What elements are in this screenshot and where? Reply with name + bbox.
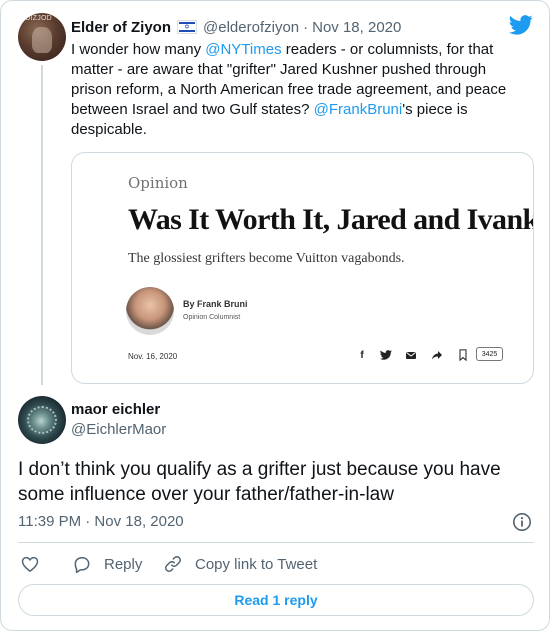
reply-label: Reply (104, 555, 143, 573)
copy-link-label: Copy link to Tweet (195, 555, 318, 573)
email-icon (403, 347, 419, 363)
divider (18, 542, 534, 543)
parent-tweet-text: I wonder how many @NYTimes readers - or … (71, 40, 531, 140)
bookmark-icon (455, 347, 471, 363)
heart-icon (21, 556, 39, 572)
copy-link-button[interactable]: Copy link to Tweet (163, 552, 317, 576)
twitter-icon (378, 347, 394, 363)
facebook-icon: f (360, 349, 364, 361)
reply-avatar[interactable] (18, 396, 66, 444)
embedded-tweet: OIZJOD Elder of Ziyon ✡ @elderofziyon · … (0, 0, 550, 631)
card-deck: The glossiest grifters become Vuitton va… (128, 251, 405, 266)
parent-handle[interactable]: @elderofziyon (203, 19, 299, 36)
link-icon (165, 556, 181, 572)
read-replies-button[interactable]: Read 1 reply (18, 584, 534, 616)
mention-link[interactable]: @FrankBruni (314, 101, 403, 118)
tweet-text-segment: I wonder how many (71, 41, 206, 58)
card-headline: Was It Worth It, Jared and Ivanka? (128, 203, 534, 236)
thread-line (41, 65, 43, 385)
israel-flag-icon: ✡ (177, 20, 198, 34)
info-icon[interactable] (512, 512, 532, 532)
reply-handle[interactable]: @EichlerMaor (71, 421, 166, 438)
reply-button[interactable]: Reply (72, 552, 142, 576)
reply-tweet-text: I don’t think you qualify as a grifter j… (18, 459, 501, 505)
parent-date[interactable]: Nov 18, 2020 (312, 19, 401, 36)
parent-header: Elder of Ziyon ✡ @elderofziyon · Nov 18,… (71, 17, 401, 37)
mention-link[interactable]: @NYTimes (205, 41, 281, 58)
reply-display-name[interactable]: maor eichler (71, 401, 160, 418)
avatar-lettering: OIZJOD (25, 15, 52, 22)
reply-timestamp[interactable]: 11:39 PM · Nov 18, 2020 (18, 513, 184, 530)
like-button[interactable] (20, 552, 52, 576)
card-byline: By Frank Bruni (183, 299, 248, 309)
reply-bubble-icon (74, 557, 90, 574)
parent-avatar[interactable]: OIZJOD (18, 13, 66, 61)
card-section-label: Opinion (128, 174, 188, 192)
card-author-role: Opinion Columnist (183, 314, 241, 321)
separator-dot: · (303, 18, 309, 36)
share-arrow-icon (429, 347, 445, 363)
twitter-bird-icon[interactable] (509, 15, 533, 35)
comment-count-badge: 3425 (476, 347, 503, 361)
parent-display-name[interactable]: Elder of Ziyon (71, 19, 171, 36)
article-card[interactable]: Opinion Was It Worth It, Jared and Ivank… (71, 152, 534, 384)
card-date: Nov. 16, 2020 (128, 352, 178, 361)
author-avatar (126, 287, 174, 335)
